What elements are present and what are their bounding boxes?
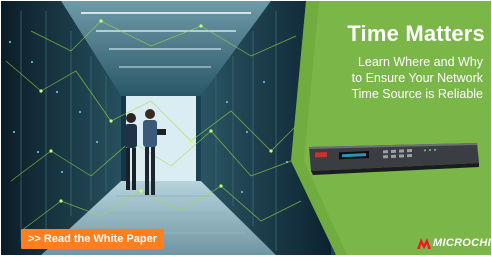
microchip-logo-icon (417, 238, 431, 249)
microchip-logo: MICROCHIP (417, 235, 491, 251)
subheadline-line-2: to Ensure Your Network (351, 71, 483, 85)
read-white-paper-button[interactable]: >> Read the White Paper (21, 229, 164, 249)
headline: Time Matters (347, 21, 485, 46)
time-server-device-image (309, 143, 479, 175)
subheadline-line-3: Time Source is Reliable (351, 87, 483, 101)
microchip-logo-text: MICROCHIP (433, 237, 491, 249)
subheadline: Learn Where and Why to Ensure Your Netwo… (291, 54, 483, 102)
ad-banner[interactable]: Time Matters Learn Where and Why to Ensu… (1, 1, 491, 255)
subheadline-line-1: Learn Where and Why (357, 55, 483, 69)
